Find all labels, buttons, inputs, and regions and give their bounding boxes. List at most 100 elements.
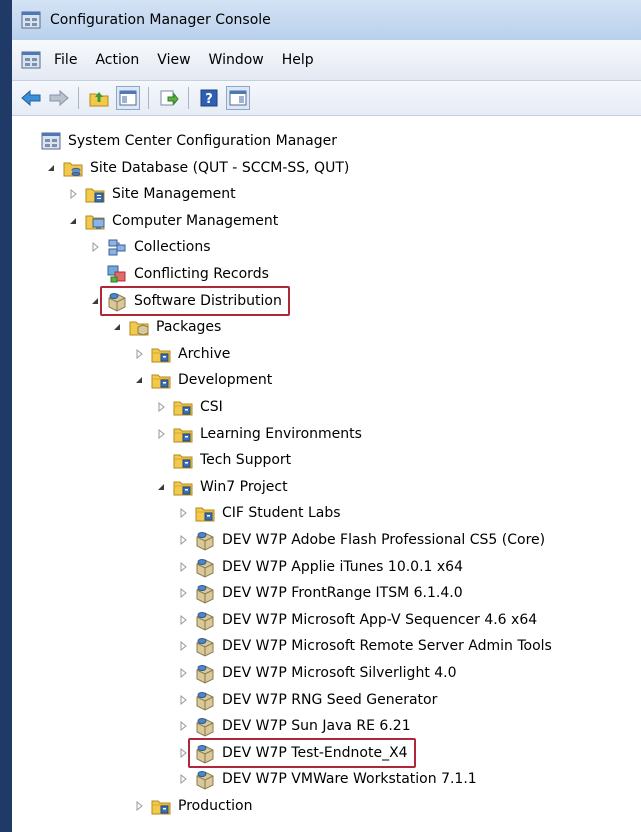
tree-node-label: DEV W7P Applie iTunes 10.0.1 x64 xyxy=(222,558,463,575)
tree-node[interactable]: Collections xyxy=(88,234,211,260)
tree-node[interactable]: Conflicting Records xyxy=(88,261,269,287)
folder-icon xyxy=(195,507,215,522)
tree-node[interactable]: DEV W7P Microsoft App-V Sequencer 4.6 x6… xyxy=(176,607,537,633)
menu-help[interactable]: Help xyxy=(282,52,314,68)
collapsed-arrow-icon[interactable] xyxy=(176,639,190,653)
tree-node-label: Conflicting Records xyxy=(134,266,269,282)
help-button[interactable]: ? xyxy=(198,87,220,109)
window-border xyxy=(0,0,12,832)
action-pane-button[interactable] xyxy=(226,86,250,110)
menu-bar: File Action View Window Help xyxy=(12,40,641,81)
tree-node[interactable]: DEV W7P Microsoft Remote Server Admin To… xyxy=(176,633,552,659)
back-button[interactable] xyxy=(20,87,42,109)
tree-node[interactable]: Site Database (QUT - SCCM-SS, QUT) xyxy=(44,155,349,181)
menu-file[interactable]: File xyxy=(54,52,77,68)
tree-node[interactable]: DEV W7P Microsoft Silverlight 4.0 xyxy=(176,660,457,686)
collapsed-arrow-icon[interactable] xyxy=(154,400,168,414)
tree-node[interactable]: Packages xyxy=(110,314,221,340)
show-hide-console-tree-button[interactable] xyxy=(116,86,140,110)
export-list-button[interactable] xyxy=(158,87,180,109)
collapsed-arrow-icon[interactable] xyxy=(176,666,190,680)
console-app-icon xyxy=(21,11,41,29)
tree-node[interactable]: Tech Support xyxy=(154,447,291,473)
menu-view[interactable]: View xyxy=(157,52,190,68)
tree-node-label: DEV W7P Adobe Flash Professional CS5 (Co… xyxy=(222,532,546,548)
toolbar-separator xyxy=(148,87,149,109)
collapsed-arrow-icon[interactable] xyxy=(66,187,80,201)
tree-node[interactable]: DEV W7P Adobe Flash Professional CS5 (Co… xyxy=(176,527,545,553)
collapsed-arrow-icon[interactable] xyxy=(88,240,102,254)
collections-icon xyxy=(108,239,126,256)
expanded-arrow-icon[interactable] xyxy=(66,214,80,228)
title-bar[interactable]: Configuration Manager Console xyxy=(12,0,641,41)
tree-node[interactable]: Development xyxy=(132,367,272,393)
tree-node[interactable]: DEV W7P Sun Java RE 6.21 xyxy=(176,713,411,739)
collapsed-arrow-icon[interactable] xyxy=(154,427,168,441)
expanded-arrow-icon[interactable] xyxy=(110,320,124,334)
collapsed-arrow-icon[interactable] xyxy=(176,613,190,627)
collapsed-arrow-icon[interactable] xyxy=(132,347,146,361)
folder-icon xyxy=(151,800,171,815)
collapsed-arrow-icon[interactable] xyxy=(176,693,190,707)
tree-node-label: Archive xyxy=(178,345,231,362)
tree-node-label: Win7 Project xyxy=(200,478,288,495)
package-icon xyxy=(196,585,214,604)
console-app-icon[interactable] xyxy=(20,49,42,71)
collapsed-arrow-icon[interactable] xyxy=(176,506,190,520)
tree-node-label: Production xyxy=(178,798,253,814)
collapsed-arrow-icon[interactable] xyxy=(132,799,146,813)
expanded-arrow-icon[interactable] xyxy=(132,373,146,387)
console-tree: System Center Configuration Manager Site … xyxy=(12,116,641,832)
tree-node-label: DEV W7P Sun Java RE 6.21 xyxy=(222,718,411,735)
menu-window[interactable]: Window xyxy=(209,52,264,68)
tree-node[interactable]: CSI xyxy=(154,394,223,420)
tree-node-label: DEV W7P VMWare Workstation 7.1.1 xyxy=(222,771,477,788)
tree-node-label: DEV W7P FrontRange ITSM 6.1.4.0 xyxy=(222,585,463,602)
tree-node-label: DEV W7P Microsoft Remote Server Admin To… xyxy=(222,638,552,655)
tree-node-label: CIF Student Labs xyxy=(222,505,341,522)
back-arrow-icon xyxy=(21,90,41,106)
forward-button[interactable] xyxy=(48,87,70,109)
up-one-level-button[interactable] xyxy=(88,87,110,109)
expanded-arrow-icon[interactable] xyxy=(154,480,168,494)
collapsed-arrow-icon[interactable] xyxy=(176,586,190,600)
expanded-arrow-icon[interactable] xyxy=(44,161,58,175)
highlight-box xyxy=(188,737,416,768)
folder-up-icon xyxy=(89,92,109,107)
tree-node[interactable]: System Center Configuration Manager xyxy=(22,128,337,154)
tree-node[interactable]: Computer Management xyxy=(66,208,278,234)
tree-node[interactable]: DEV W7P RNG Seed Generator xyxy=(176,687,437,713)
tree-node-label: System Center Configuration Manager xyxy=(68,133,337,149)
package-icon xyxy=(196,558,214,578)
tree-node[interactable]: Learning Environments xyxy=(154,421,362,447)
package-icon xyxy=(196,532,214,551)
tree-node[interactable]: Production xyxy=(132,793,252,819)
collapsed-arrow-icon[interactable] xyxy=(176,772,190,786)
site-database-icon xyxy=(63,162,83,177)
forward-arrow-icon xyxy=(49,90,69,106)
tree-node[interactable]: Win7 Project xyxy=(154,474,288,500)
folder-icon xyxy=(151,374,171,389)
console-tree-icon xyxy=(119,90,137,106)
menu-action[interactable]: Action xyxy=(95,52,139,68)
tree-node[interactable]: DEV W7P VMWare Workstation 7.1.1 xyxy=(176,766,477,792)
tree-node[interactable]: Site Management xyxy=(66,181,236,207)
toolbar-separator xyxy=(188,87,189,109)
collapsed-arrow-icon[interactable] xyxy=(176,719,190,733)
tree-node[interactable]: Archive xyxy=(132,341,230,367)
tree-node-label: Computer Management xyxy=(112,212,279,229)
action-pane-icon xyxy=(229,90,247,106)
collapsed-arrow-icon[interactable] xyxy=(176,533,190,547)
tree-node[interactable]: DEV W7P FrontRange ITSM 6.1.4.0 xyxy=(176,580,463,606)
tree-node[interactable]: CIF Student Labs xyxy=(176,500,341,526)
tree-node[interactable]: DEV W7P Applie iTunes 10.0.1 x64 xyxy=(176,554,463,580)
package-icon xyxy=(196,691,214,711)
tree-node-label: Tech Support xyxy=(200,452,292,469)
conflicting-records-icon xyxy=(107,265,126,283)
tree-node-label: DEV W7P RNG Seed Generator xyxy=(222,691,438,708)
tree-node-label: CSI xyxy=(200,399,223,415)
collapsed-arrow-icon[interactable] xyxy=(176,560,190,574)
window-title: Configuration Manager Console xyxy=(50,12,271,28)
